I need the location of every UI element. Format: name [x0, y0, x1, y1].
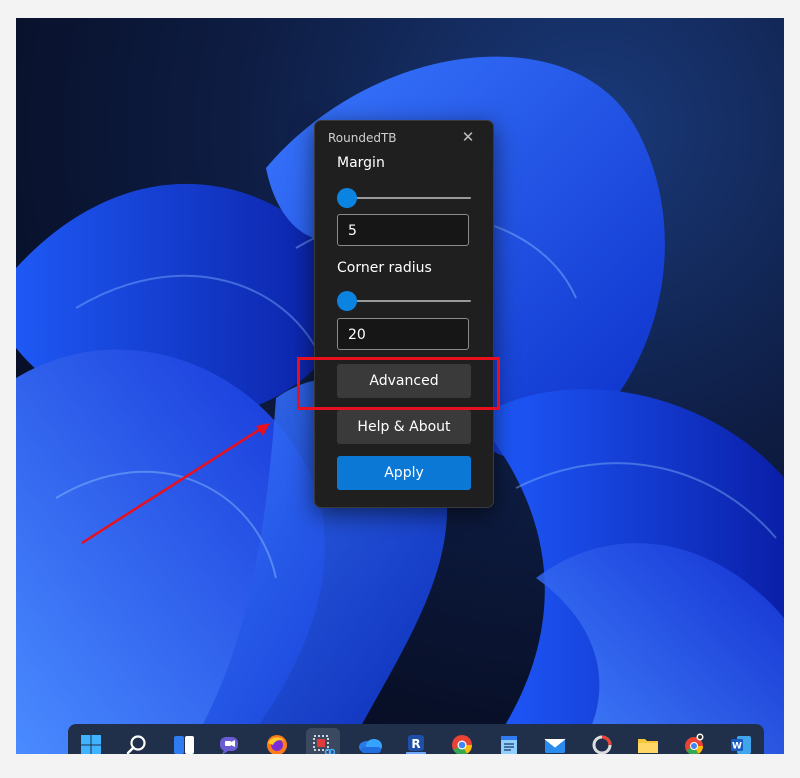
advanced-highlight-box — [297, 357, 500, 410]
close-icon[interactable]: ✕ — [460, 129, 476, 145]
margin-input[interactable]: 5 — [337, 214, 469, 246]
chrome-profile-icon[interactable] — [677, 728, 711, 754]
margin-slider-thumb[interactable] — [337, 188, 357, 208]
word-icon[interactable]: W — [724, 728, 758, 754]
corner-radius-label: Corner radius — [337, 260, 432, 276]
apply-button[interactable]: Apply — [337, 456, 471, 490]
svg-text:R: R — [411, 737, 420, 751]
taskbar: R W — [68, 724, 764, 754]
corner-radius-slider[interactable] — [337, 290, 471, 312]
chrome-icon[interactable] — [445, 728, 479, 754]
margin-slider-track — [337, 197, 471, 199]
search-icon[interactable] — [120, 728, 154, 754]
widgets-icon[interactable] — [167, 728, 201, 754]
help-about-button[interactable]: Help & About — [337, 410, 471, 444]
app-icon[interactable] — [585, 728, 619, 754]
teams-chat-icon[interactable] — [213, 728, 247, 754]
notepad-icon[interactable] — [492, 728, 526, 754]
snipping-tool-icon[interactable] — [306, 728, 341, 754]
margin-slider[interactable] — [337, 187, 471, 209]
svg-text:W: W — [732, 742, 742, 752]
start-windows-icon[interactable] — [74, 728, 108, 754]
file-explorer-icon[interactable] — [631, 728, 665, 754]
corner-radius-slider-thumb[interactable] — [337, 291, 357, 311]
firefox-icon[interactable] — [260, 728, 294, 754]
onedrive-icon[interactable] — [353, 728, 387, 754]
mail-icon[interactable] — [538, 728, 572, 754]
dialog-title: RoundedTB — [328, 131, 397, 145]
roundedtb-app-icon[interactable]: R — [399, 728, 433, 754]
corner-radius-slider-track — [337, 300, 471, 302]
margin-label: Margin — [337, 155, 385, 171]
roundedtb-dialog: RoundedTB ✕ Margin 5 Corner radius 20 Ad… — [314, 120, 494, 508]
corner-radius-input[interactable]: 20 — [337, 318, 469, 350]
